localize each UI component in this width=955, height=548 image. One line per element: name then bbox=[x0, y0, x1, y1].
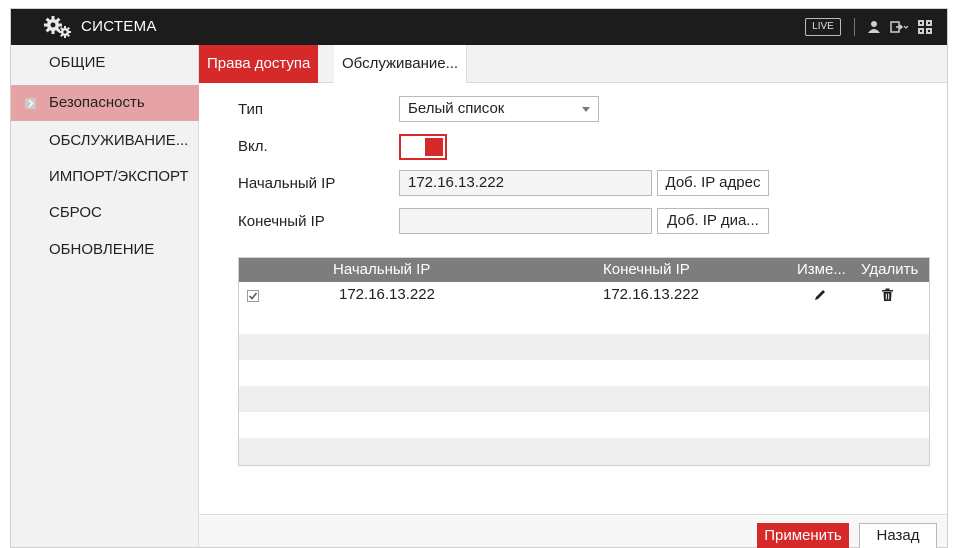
start-ip-label: Начальный IP bbox=[238, 175, 336, 192]
sidebar-item-label: Безопасность bbox=[49, 94, 145, 111]
column-end-ip: Конечный IP bbox=[603, 261, 690, 278]
type-label: Тип bbox=[238, 101, 264, 118]
sidebar-item-label: ОБСЛУЖИВАНИЕ... bbox=[49, 132, 189, 149]
chevron-down-icon bbox=[582, 107, 590, 112]
sidebar-item-general[interactable]: ОБЩИЕ bbox=[11, 45, 199, 81]
column-start-ip: Начальный IP bbox=[333, 261, 431, 278]
table-header: Начальный IP Конечный IP Изме... Удалить bbox=[239, 258, 929, 282]
sidebar-item-update[interactable]: ОБНОВЛЕНИЕ bbox=[11, 232, 199, 268]
sidebar-item-label: ОБЩИЕ bbox=[49, 54, 106, 71]
live-button[interactable]: LIVE bbox=[805, 18, 841, 36]
apply-button[interactable]: Применить bbox=[757, 523, 849, 548]
sidebar-item-security[interactable]: Безопасность bbox=[11, 85, 199, 121]
start-ip-input[interactable]: 172.16.13.222 bbox=[399, 170, 652, 196]
row-end-ip: 172.16.13.222 bbox=[603, 286, 699, 303]
sidebar-item-reset[interactable]: СБРОС bbox=[11, 195, 199, 231]
column-delete: Удалить bbox=[861, 261, 919, 278]
sidebar-item-maintenance[interactable]: ОБСЛУЖИВАНИЕ... bbox=[11, 123, 199, 159]
add-ip-range-button[interactable]: Доб. IP диа... bbox=[657, 208, 769, 234]
add-ip-button[interactable]: Доб. IP адрес bbox=[657, 170, 769, 196]
type-select[interactable]: Белый список bbox=[399, 96, 599, 122]
ip-table: Начальный IP Конечный IP Изме... Удалить… bbox=[238, 257, 930, 466]
tab-access-rights[interactable]: Права доступа bbox=[199, 45, 319, 83]
gear-icon bbox=[44, 16, 71, 38]
back-button[interactable]: Назад bbox=[859, 523, 937, 548]
type-select-value: Белый список bbox=[408, 100, 505, 117]
end-ip-input[interactable] bbox=[399, 208, 652, 234]
sidebar-item-import-export[interactable]: ИМПОРТ/ЭКСПОРТ bbox=[11, 159, 199, 195]
table-row bbox=[239, 386, 929, 412]
tab-bar: Права доступа Обслуживание... bbox=[199, 45, 947, 83]
table-row bbox=[239, 438, 929, 465]
top-bar: СИСТЕМА LIVE bbox=[11, 9, 947, 45]
sidebar-item-label: СБРОС bbox=[49, 204, 102, 221]
checkbox[interactable] bbox=[247, 290, 259, 302]
logout-icon[interactable] bbox=[889, 19, 909, 35]
topbar-divider bbox=[854, 18, 855, 36]
sidebar: ОБЩИЕ Безопасность ОБСЛУЖИВАНИЕ... ИМПОР… bbox=[11, 45, 199, 547]
trash-icon[interactable] bbox=[881, 288, 894, 302]
table-row bbox=[239, 412, 929, 438]
row-start-ip: 172.16.13.222 bbox=[339, 286, 435, 303]
table-row bbox=[239, 308, 929, 334]
toggle-knob bbox=[425, 138, 443, 156]
table-row: 172.16.13.222 172.16.13.222 bbox=[239, 282, 929, 308]
user-icon[interactable] bbox=[866, 19, 882, 35]
table-row bbox=[239, 360, 929, 386]
main-window: СИСТЕМА LIVE ОБЩИЕ Безопасность ОБСЛУЖИВ… bbox=[10, 8, 948, 548]
grid-icon[interactable] bbox=[917, 19, 933, 35]
table-row bbox=[239, 334, 929, 360]
sidebar-item-label: ОБНОВЛЕНИЕ bbox=[49, 241, 155, 258]
page-title: СИСТЕМА bbox=[81, 18, 157, 35]
enable-toggle[interactable] bbox=[399, 134, 447, 160]
column-edit: Изме... bbox=[797, 261, 846, 278]
chevron-right-icon bbox=[25, 98, 36, 109]
enable-label: Вкл. bbox=[238, 138, 268, 155]
pencil-icon[interactable] bbox=[813, 288, 827, 302]
end-ip-label: Конечный IP bbox=[238, 213, 325, 230]
sidebar-item-label: ИМПОРТ/ЭКСПОРТ bbox=[49, 168, 189, 185]
tab-service[interactable]: Обслуживание... bbox=[334, 45, 468, 83]
